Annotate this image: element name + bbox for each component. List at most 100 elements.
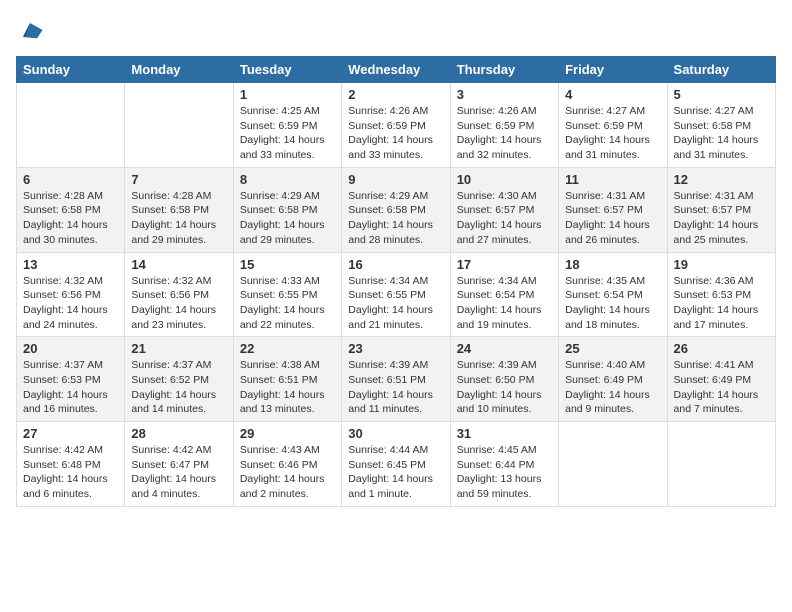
day-info: Sunrise: 4:42 AMSunset: 6:47 PMDaylight:…	[131, 443, 226, 502]
calendar-day-cell: 7Sunrise: 4:28 AMSunset: 6:58 PMDaylight…	[125, 167, 233, 252]
calendar-day-cell: 16 Sunrise: 4:34 AMSunset: 6:55 PMDayligh…	[342, 252, 450, 337]
day-number: 24	[457, 341, 552, 356]
day-number: 6	[23, 172, 118, 187]
day-info: Sunrise: 4:39 AMSunset: 6:50 PMDaylight:…	[457, 358, 552, 417]
calendar-week-row: 13 Sunrise: 4:32 AMSunset: 6:56 PMDayligh…	[17, 252, 776, 337]
day-info: Sunrise: 4:38 AMSunset: 6:51 PMDaylight:…	[240, 358, 335, 417]
day-number: 31	[457, 426, 552, 441]
day-of-week-header: Thursday	[450, 57, 558, 83]
calendar-day-cell: 1 Sunrise: 4:25 AMSunset: 6:59 PMDaylight…	[233, 83, 341, 168]
day-of-week-header: Monday	[125, 57, 233, 83]
day-of-week-header: Sunday	[17, 57, 125, 83]
calendar-day-cell: 17 Sunrise: 4:34 AMSunset: 6:54 PMDayligh…	[450, 252, 558, 337]
day-of-week-header: Saturday	[667, 57, 775, 83]
day-info: Sunrise: 4:29 AMSunset: 6:58 PMDaylight:…	[240, 189, 335, 248]
calendar-day-cell	[667, 422, 775, 507]
day-number: 13	[23, 257, 118, 272]
day-info: Sunrise: 4:26 AMSunset: 6:59 PMDaylight:…	[348, 104, 443, 163]
calendar-week-row: 20 Sunrise: 4:37 AMSunset: 6:53 PMDayligh…	[17, 337, 776, 422]
calendar-week-row: 27 Sunrise: 4:42 AMSunset: 6:48 PMDayligh…	[17, 422, 776, 507]
day-info: Sunrise: 4:32 AMSunset: 6:56 PMDaylight:…	[23, 274, 118, 333]
day-number: 4	[565, 87, 660, 102]
day-info: Sunrise: 4:34 AMSunset: 6:55 PMDaylight:…	[348, 274, 443, 333]
day-number: 22	[240, 341, 335, 356]
calendar-day-cell	[125, 83, 233, 168]
day-info: Sunrise: 4:39 AMSunset: 6:51 PMDaylight:…	[348, 358, 443, 417]
day-number: 17	[457, 257, 552, 272]
calendar-day-cell: 13 Sunrise: 4:32 AMSunset: 6:56 PMDayligh…	[17, 252, 125, 337]
day-number: 29	[240, 426, 335, 441]
calendar-day-cell: 27 Sunrise: 4:42 AMSunset: 6:48 PMDayligh…	[17, 422, 125, 507]
calendar-day-cell	[559, 422, 667, 507]
day-of-week-header: Tuesday	[233, 57, 341, 83]
day-info: Sunrise: 4:42 AMSunset: 6:48 PMDaylight:…	[23, 443, 118, 502]
day-info: Sunrise: 4:34 AMSunset: 6:54 PMDaylight:…	[457, 274, 552, 333]
calendar-day-cell: 9Sunrise: 4:29 AMSunset: 6:58 PMDaylight…	[342, 167, 450, 252]
day-info: Sunrise: 4:26 AMSunset: 6:59 PMDaylight:…	[457, 104, 552, 163]
day-number: 20	[23, 341, 118, 356]
calendar-day-cell: 24 Sunrise: 4:39 AMSunset: 6:50 PMDayligh…	[450, 337, 558, 422]
day-info: Sunrise: 4:27 AMSunset: 6:59 PMDaylight:…	[565, 104, 660, 163]
calendar-day-cell: 3 Sunrise: 4:26 AMSunset: 6:59 PMDaylight…	[450, 83, 558, 168]
day-number: 12	[674, 172, 769, 187]
day-info: Sunrise: 4:45 AMSunset: 6:44 PMDaylight:…	[457, 443, 552, 502]
calendar-day-cell: 30Sunrise: 4:44 AMSunset: 6:45 PMDayligh…	[342, 422, 450, 507]
day-number: 10	[457, 172, 552, 187]
calendar-week-row: 1 Sunrise: 4:25 AMSunset: 6:59 PMDaylight…	[17, 83, 776, 168]
calendar-day-cell: 8 Sunrise: 4:29 AMSunset: 6:58 PMDaylight…	[233, 167, 341, 252]
day-number: 23	[348, 341, 443, 356]
day-number: 8	[240, 172, 335, 187]
calendar-day-cell: 5 Sunrise: 4:27 AMSunset: 6:58 PMDaylight…	[667, 83, 775, 168]
page-header	[16, 16, 776, 44]
logo-icon	[16, 16, 44, 44]
day-info: Sunrise: 4:29 AMSunset: 6:58 PMDaylight:…	[348, 189, 443, 248]
calendar-day-cell: 22 Sunrise: 4:38 AMSunset: 6:51 PMDayligh…	[233, 337, 341, 422]
calendar-day-cell: 14 Sunrise: 4:32 AMSunset: 6:56 PMDayligh…	[125, 252, 233, 337]
calendar-week-row: 6 Sunrise: 4:28 AMSunset: 6:58 PMDaylight…	[17, 167, 776, 252]
day-info: Sunrise: 4:44 AMSunset: 6:45 PMDaylight:…	[348, 443, 443, 502]
calendar-day-cell: 21 Sunrise: 4:37 AMSunset: 6:52 PMDayligh…	[125, 337, 233, 422]
calendar-day-cell: 20 Sunrise: 4:37 AMSunset: 6:53 PMDayligh…	[17, 337, 125, 422]
day-number: 5	[674, 87, 769, 102]
day-number: 28	[131, 426, 226, 441]
day-of-week-header: Friday	[559, 57, 667, 83]
day-number: 18	[565, 257, 660, 272]
calendar-day-cell: 19 Sunrise: 4:36 AMSunset: 6:53 PMDayligh…	[667, 252, 775, 337]
day-info: Sunrise: 4:32 AMSunset: 6:56 PMDaylight:…	[131, 274, 226, 333]
day-info: Sunrise: 4:35 AMSunset: 6:54 PMDaylight:…	[565, 274, 660, 333]
day-info: Sunrise: 4:28 AMSunset: 6:58 PMDaylight:…	[23, 189, 118, 248]
calendar-day-cell: 15 Sunrise: 4:33 AMSunset: 6:55 PMDayligh…	[233, 252, 341, 337]
day-info: Sunrise: 4:27 AMSunset: 6:58 PMDaylight:…	[674, 104, 769, 163]
calendar-day-cell: 11 Sunrise: 4:31 AMSunset: 6:57 PMDayligh…	[559, 167, 667, 252]
calendar-table: SundayMondayTuesdayWednesdayThursdayFrid…	[16, 56, 776, 507]
calendar-day-cell: 25Sunrise: 4:40 AMSunset: 6:49 PMDayligh…	[559, 337, 667, 422]
calendar-day-cell: 28 Sunrise: 4:42 AMSunset: 6:47 PMDayligh…	[125, 422, 233, 507]
day-info: Sunrise: 4:37 AMSunset: 6:52 PMDaylight:…	[131, 358, 226, 417]
day-number: 14	[131, 257, 226, 272]
calendar-day-cell: 2Sunrise: 4:26 AMSunset: 6:59 PMDaylight…	[342, 83, 450, 168]
calendar-day-cell: 4 Sunrise: 4:27 AMSunset: 6:59 PMDaylight…	[559, 83, 667, 168]
day-number: 15	[240, 257, 335, 272]
day-info: Sunrise: 4:37 AMSunset: 6:53 PMDaylight:…	[23, 358, 118, 417]
day-info: Sunrise: 4:33 AMSunset: 6:55 PMDaylight:…	[240, 274, 335, 333]
calendar-day-cell	[17, 83, 125, 168]
day-info: Sunrise: 4:31 AMSunset: 6:57 PMDaylight:…	[674, 189, 769, 248]
calendar-day-cell: 18 Sunrise: 4:35 AMSunset: 6:54 PMDayligh…	[559, 252, 667, 337]
day-info: Sunrise: 4:25 AMSunset: 6:59 PMDaylight:…	[240, 104, 335, 163]
logo	[16, 16, 48, 44]
day-number: 1	[240, 87, 335, 102]
day-of-week-header: Wednesday	[342, 57, 450, 83]
day-info: Sunrise: 4:40 AMSunset: 6:49 PMDaylight:…	[565, 358, 660, 417]
day-number: 27	[23, 426, 118, 441]
calendar-day-cell: 23 Sunrise: 4:39 AMSunset: 6:51 PMDayligh…	[342, 337, 450, 422]
day-number: 19	[674, 257, 769, 272]
calendar-day-cell: 29Sunrise: 4:43 AMSunset: 6:46 PMDayligh…	[233, 422, 341, 507]
day-info: Sunrise: 4:36 AMSunset: 6:53 PMDaylight:…	[674, 274, 769, 333]
day-number: 11	[565, 172, 660, 187]
day-info: Sunrise: 4:31 AMSunset: 6:57 PMDaylight:…	[565, 189, 660, 248]
day-number: 3	[457, 87, 552, 102]
day-number: 16	[348, 257, 443, 272]
calendar-day-cell: 6 Sunrise: 4:28 AMSunset: 6:58 PMDaylight…	[17, 167, 125, 252]
day-number: 21	[131, 341, 226, 356]
day-number: 26	[674, 341, 769, 356]
